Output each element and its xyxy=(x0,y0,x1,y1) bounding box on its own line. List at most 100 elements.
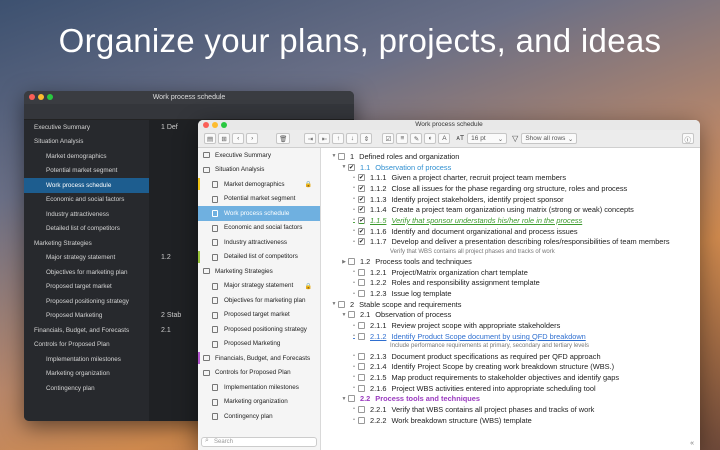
row-text[interactable]: Work breakdown structure (WBS) template xyxy=(391,416,531,425)
row-text[interactable]: Document product specifications as requi… xyxy=(391,352,600,361)
dark-sidebar-item[interactable]: Situation Analysis xyxy=(24,135,149,150)
row-checkbox[interactable] xyxy=(358,416,365,424)
row-checkbox[interactable] xyxy=(358,373,365,381)
row-text[interactable]: Process tools and techniques xyxy=(375,257,472,266)
font-icon[interactable]: A xyxy=(438,133,451,144)
row-checkbox[interactable]: ✔ xyxy=(358,238,365,246)
back-icon[interactable]: ‹ xyxy=(232,133,245,144)
outline-row[interactable]: ▶ 1.2 Process tools and techniques xyxy=(322,256,700,267)
outline-row[interactable]: • 2.1.2 Identify Product Scope document by… xyxy=(322,331,700,342)
dark-sidebar-item[interactable]: Detailed list of competitors xyxy=(24,222,149,237)
sidebar-item[interactable]: Implementation milestones xyxy=(198,380,320,395)
row-checkbox[interactable] xyxy=(358,405,365,413)
row-text[interactable]: Verify that sponsor understands his/her … xyxy=(391,216,582,225)
disclosure-expanded-icon[interactable]: ▼ xyxy=(340,396,348,402)
dark-sidebar-item[interactable]: Controls for Proposed Plan xyxy=(24,338,149,353)
row-checkbox[interactable] xyxy=(358,322,365,330)
row-text[interactable]: Identify Project Scope by creating work … xyxy=(391,362,614,371)
outline-row[interactable]: • 2.1.4 Identify Project Scope by creating… xyxy=(322,361,700,372)
dark-sidebar-item[interactable]: Contingency plan xyxy=(24,381,149,396)
dark-sidebar-item[interactable]: Industry attractiveness xyxy=(24,207,149,222)
sidebar-item[interactable]: Financials, Budget, and Forecasts xyxy=(198,351,320,366)
row-checkbox[interactable] xyxy=(348,311,355,319)
disclosure-collapsed-icon[interactable]: ▶ xyxy=(340,259,348,265)
dark-sidebar-item[interactable]: Proposed Marketing xyxy=(24,309,149,324)
outline-row[interactable]: • 1.2.3 Issue log template xyxy=(322,288,700,299)
zoom-icon[interactable] xyxy=(47,94,53,100)
zoom-icon[interactable] xyxy=(221,122,227,128)
indent-icon[interactable]: ⇥ xyxy=(304,133,317,144)
outline-row[interactable]: ▼ 2.2 Process tools and techniques xyxy=(322,393,700,404)
row-text[interactable]: Create a project team organization using… xyxy=(391,205,633,214)
row-checkbox[interactable] xyxy=(358,384,365,392)
disclosure-expanded-icon[interactable]: ▼ xyxy=(330,301,338,307)
outline-row[interactable]: • 1.2.1 Project/Matrix organization chart … xyxy=(322,267,700,278)
dark-sidebar-item[interactable]: Marketing Strategies xyxy=(24,236,149,251)
sidebar-toggle-icon[interactable]: ▤ xyxy=(204,133,217,144)
sidebar-item[interactable]: Situation Analysis xyxy=(198,163,320,178)
outline-row[interactable]: • 1.2.2 Roles and responsibility assignmen… xyxy=(322,278,700,289)
dark-sidebar-item[interactable]: Proposed target market xyxy=(24,280,149,295)
sidebar-item[interactable]: Economic and social factors xyxy=(198,221,320,236)
row-text[interactable]: Close all issues for the phase regarding… xyxy=(391,184,627,193)
row-checkbox[interactable]: ✔ xyxy=(358,206,365,214)
rows-filter-select[interactable]: Show all rows ⌄ xyxy=(521,133,578,144)
dark-sidebar-item[interactable]: Executive Summary xyxy=(24,120,149,135)
disclosure-expanded-icon[interactable]: ▼ xyxy=(340,164,348,170)
row-text[interactable]: Verify that WBS contains all project pha… xyxy=(391,405,594,414)
minimize-icon[interactable] xyxy=(38,94,44,100)
move-up-icon[interactable]: ↑ xyxy=(332,133,345,144)
expand-icon[interactable]: ⇕ xyxy=(360,133,373,144)
row-text[interactable]: Given a project charter, recruit project… xyxy=(391,173,566,182)
close-icon[interactable] xyxy=(29,94,35,100)
row-text[interactable]: Identify project stakeholders, identify … xyxy=(391,195,563,204)
outline-row[interactable]: • ✔ 1.1.3 Identify project stakeholders, id… xyxy=(322,194,700,205)
row-text[interactable]: Identify and document organizational and… xyxy=(391,227,577,236)
dark-sidebar-item[interactable]: Implementation milestones xyxy=(24,352,149,367)
row-text[interactable]: Issue log template xyxy=(391,289,451,298)
dark-sidebar-item[interactable]: Economic and social factors xyxy=(24,193,149,208)
outline-row[interactable]: ▼ 2 Stable scope and requirements xyxy=(322,299,700,310)
close-icon[interactable] xyxy=(203,122,209,128)
sidebar-item[interactable]: Proposed Marketing xyxy=(198,337,320,352)
outline-row[interactable]: • 2.2.1 Verify that WBS contains all proje… xyxy=(322,404,700,415)
dark-sidebar-item[interactable]: Marketing organization xyxy=(24,367,149,382)
add-document-icon[interactable]: ⊞ xyxy=(218,133,231,144)
row-checkbox[interactable]: ✔ xyxy=(358,195,365,203)
outline-row[interactable]: ▼ 2.1 Observation of process xyxy=(322,310,700,321)
sidebar-item[interactable]: Executive Summary xyxy=(198,148,320,163)
row-text[interactable]: Defined roles and organization xyxy=(359,152,459,161)
dark-sidebar-item[interactable]: Potential market segment xyxy=(24,164,149,179)
inspector-icon[interactable]: ⓘ xyxy=(681,133,694,144)
sidebar-item[interactable]: Marketing Strategies xyxy=(198,264,320,279)
outline-row[interactable]: • ✔ 1.1.6 Identify and document organizatio… xyxy=(322,226,700,237)
outline-row[interactable]: • ✔ 1.1.1 Given a project charter, recruit … xyxy=(322,172,700,183)
outline-row[interactable]: • ✔ 1.1.4 Create a project team organizatio… xyxy=(322,204,700,215)
note-icon[interactable]: ✎ xyxy=(410,133,423,144)
row-text[interactable]: Map product requirements to stakeholder … xyxy=(391,373,619,382)
dark-sidebar-item[interactable]: Work process schedule xyxy=(24,178,149,193)
font-size-select[interactable]: 16 pt ⌄ xyxy=(467,133,508,144)
forward-icon[interactable]: › xyxy=(246,133,259,144)
checkbox-icon[interactable]: ☑ xyxy=(382,133,395,144)
row-checkbox[interactable]: ✔ xyxy=(358,184,365,192)
sidebar-item[interactable]: Market demographics 🔒 xyxy=(198,177,320,192)
row-checkbox[interactable] xyxy=(358,279,365,287)
row-checkbox[interactable] xyxy=(338,300,345,308)
row-text[interactable]: Observation of process xyxy=(375,163,451,172)
dark-sidebar-item[interactable]: Proposed positioning strategy xyxy=(24,294,149,309)
row-text[interactable]: Identify Product Scope document by using… xyxy=(391,332,585,341)
outline-row[interactable]: • ✔ 1.1.7 Develop and deliver a presentatio… xyxy=(322,237,700,248)
sidebar-item[interactable]: Detailed list of competitors xyxy=(198,250,320,265)
sidebar-item[interactable]: Proposed target market xyxy=(198,308,320,323)
row-checkbox[interactable]: ✔ xyxy=(358,227,365,235)
row-text[interactable]: Develop and deliver a presentation descr… xyxy=(391,237,669,246)
sidebar-item[interactable]: Work process schedule xyxy=(198,206,320,221)
trash-icon[interactable]: 🗑 xyxy=(276,133,291,144)
row-text[interactable]: Stable scope and requirements xyxy=(359,300,461,309)
row-checkbox[interactable] xyxy=(348,395,355,403)
filter-icon[interactable]: ▽ xyxy=(512,134,518,143)
outline-row[interactable]: • 2.1.6 Project WBS activities entered int… xyxy=(322,383,700,394)
dark-sidebar-item[interactable]: Financials, Budget, and Forecasts xyxy=(24,323,149,338)
outline-row[interactable]: • 2.1.1 Review project scope with appropri… xyxy=(322,320,700,331)
